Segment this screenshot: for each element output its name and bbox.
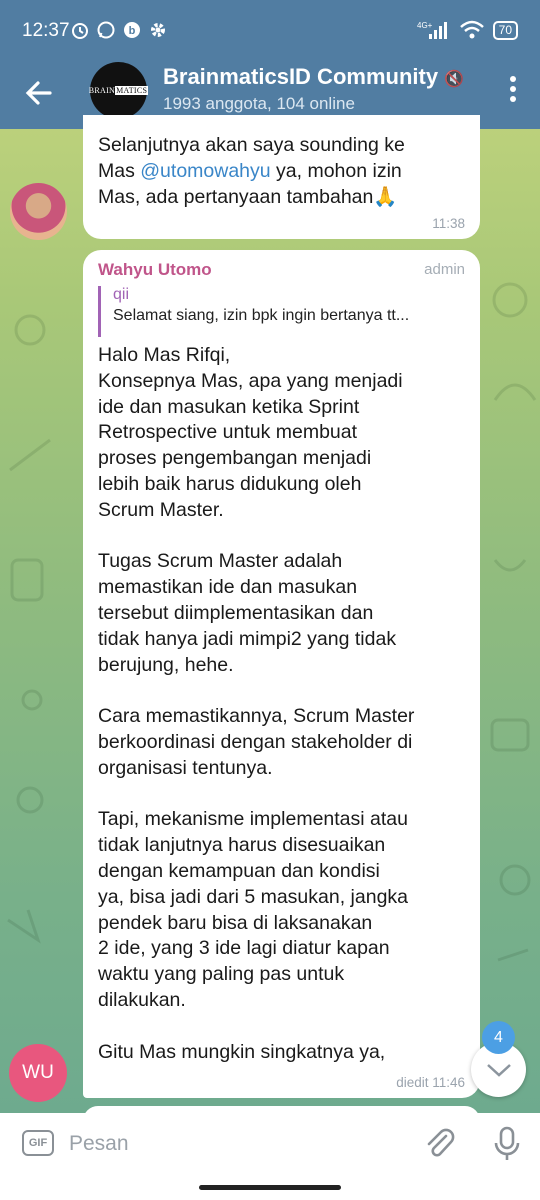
alarm-icon [72,23,88,39]
status-time: 12:37 [22,20,70,41]
svg-text:4G+: 4G+ [417,21,433,30]
sender-name[interactable]: Wahyu Utomo [98,260,212,280]
reply-sender: qii [113,286,130,303]
whatsapp-icon [97,21,115,39]
status-system-icons: 4G+ 70 [417,20,518,40]
group-avatar[interactable]: BRAINMATICS [88,62,149,119]
gif-button[interactable]: GIF [22,1130,54,1156]
admin-badge: admin [424,261,465,278]
reply-quote[interactable]: qii Selamat siang, izin bpk ingin bertan… [98,286,463,337]
message-bubble[interactable]: Wahyu Utomo admin qii Selamat siang, izi… [83,250,480,1098]
status-notification-icons: b [70,20,168,40]
signal-icon: 4G+ [417,21,447,39]
status-bar: 12:37 b 4G+ 70 [0,0,540,62]
more-options-icon[interactable] [508,74,518,104]
microphone-icon[interactable] [490,1126,524,1162]
message-composer: GIF [0,1113,540,1175]
message-text: Halo Mas Rifqi, Konsepnya Mas, apa yang … [98,344,415,1063]
group-logo: BRAINMATICS [88,86,149,95]
user-avatar[interactable] [10,183,67,240]
muted-icon: 🔇 [444,71,463,88]
chat-member-status: 1993 anggota, 104 online [163,94,355,113]
settings-icon [151,23,165,37]
reply-snippet: Selamat siang, izin bpk ingin bertanya t… [113,307,410,324]
chat-title[interactable]: BrainmaticsID Community 🔇 [163,64,463,90]
home-indicator[interactable] [199,1185,341,1190]
message-input[interactable] [69,1126,399,1162]
paperclip-icon[interactable] [423,1127,457,1161]
back-arrow-icon[interactable] [22,76,56,110]
message-bubble[interactable]: Selanjutnya akan saya sounding ke Mas @u… [83,115,480,239]
sender-avatar[interactable]: WU [9,1044,67,1102]
chevron-down-icon [486,1063,511,1077]
svg-text:b: b [129,25,136,37]
wifi-icon [459,20,484,39]
battery-icon: 70 [492,20,518,40]
system-nav-bar [0,1175,540,1200]
message-text: Selanjutnya akan saya sounding ke Mas @u… [98,134,405,208]
app-notification-icon: b [124,22,140,38]
message-time: diedit 11:46 [396,1075,465,1090]
message-time: 11:38 [432,216,465,231]
unread-count-badge: 4 [482,1021,515,1054]
mention-link[interactable]: @utomowahyu [140,160,270,182]
